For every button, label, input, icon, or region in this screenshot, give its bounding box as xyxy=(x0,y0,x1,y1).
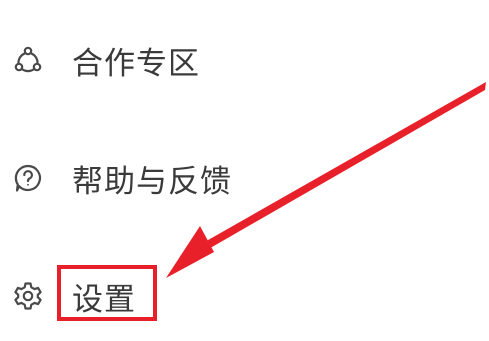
menu-item-label: 帮助与反馈 xyxy=(72,163,232,200)
cooperation-icon xyxy=(10,42,46,78)
settings-highlight-box xyxy=(57,265,157,321)
menu-item-label: 合作专区 xyxy=(72,45,200,82)
gear-icon xyxy=(10,278,46,314)
menu-item-cooperation[interactable]: 合作专区 xyxy=(10,38,200,82)
help-feedback-icon xyxy=(10,160,46,196)
menu-item-help-feedback[interactable]: 帮助与反馈 xyxy=(10,156,232,200)
